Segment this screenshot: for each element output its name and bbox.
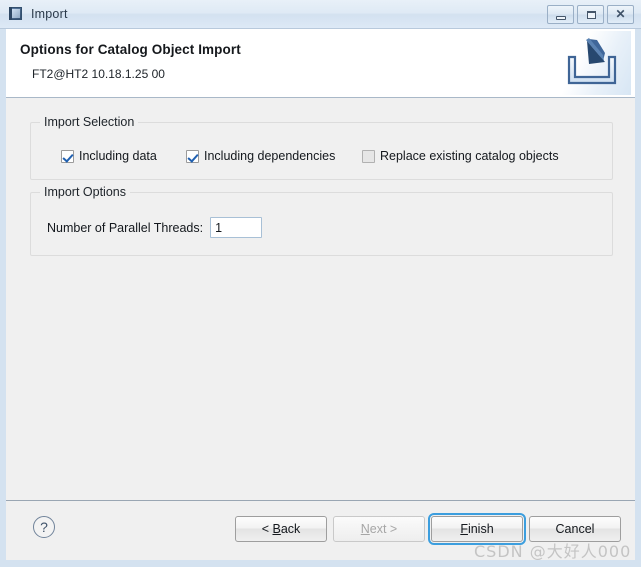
checkbox-including-dependencies-label: Including dependencies <box>204 149 336 163</box>
finish-button-label: F <box>460 522 468 536</box>
checkbox-including-data[interactable]: Including data <box>61 149 157 163</box>
close-icon: ✕ <box>615 7 626 21</box>
next-button-label: N <box>360 522 370 536</box>
titlebar: Import ✕ <box>0 0 641 29</box>
next-button[interactable]: Next > <box>333 516 425 542</box>
dialog-content: Import Selection Including data Includin… <box>6 98 635 498</box>
help-icon[interactable]: ? <box>33 516 55 538</box>
button-bar: < Back Next > Finish Cancel <box>235 513 621 545</box>
page-subtitle: FT2@HT2 10.18.1.25 00 <box>32 67 165 81</box>
group-import-options: Import Options Number of Parallel Thread… <box>30 185 613 256</box>
maximize-icon <box>587 11 596 19</box>
checkbox-including-data-label: Including data <box>79 149 157 163</box>
close-button[interactable]: ✕ <box>607 5 634 24</box>
finish-button[interactable]: Finish <box>428 513 526 545</box>
minimize-icon <box>556 16 566 20</box>
dialog-header: Options for Catalog Object Import FT2@HT… <box>6 29 635 98</box>
import-window-icon <box>8 6 24 22</box>
checkbox-including-data-box[interactable] <box>61 149 74 163</box>
group-import-options-legend: Import Options <box>40 185 130 199</box>
parallel-threads-field-row: Number of Parallel Threads: <box>47 217 263 238</box>
group-import-selection-legend: Import Selection <box>40 115 139 129</box>
back-button-label: B <box>272 522 281 536</box>
maximize-button[interactable] <box>577 5 604 24</box>
checkbox-including-dependencies-box[interactable] <box>186 149 199 163</box>
checkbox-replace-existing-catalog-objects-box[interactable] <box>362 149 375 163</box>
dialog-footer: ? < Back Next > Finish Cancel <box>6 501 635 554</box>
window-title: Import <box>31 7 68 21</box>
back-button[interactable]: < Back <box>235 516 327 542</box>
import-dialog-window: Import ✕ Options for Catalog Object Impo… <box>0 0 641 567</box>
parallel-threads-input[interactable] <box>210 217 263 238</box>
import-arrow-tray-icon <box>553 31 631 95</box>
minimize-button[interactable] <box>547 5 574 24</box>
group-import-selection: Import Selection Including data Includin… <box>30 115 613 180</box>
parallel-threads-label: Number of Parallel Threads: <box>47 220 204 235</box>
checkbox-replace-existing-catalog-objects[interactable]: Replace existing catalog objects <box>362 149 559 163</box>
cancel-button[interactable]: Cancel <box>529 516 621 542</box>
checkbox-replace-existing-catalog-objects-label: Replace existing catalog objects <box>380 149 559 163</box>
window-controls: ✕ <box>547 5 634 24</box>
checkbox-including-dependencies[interactable]: Including dependencies <box>186 149 335 163</box>
page-title: Options for Catalog Object Import <box>20 42 241 57</box>
